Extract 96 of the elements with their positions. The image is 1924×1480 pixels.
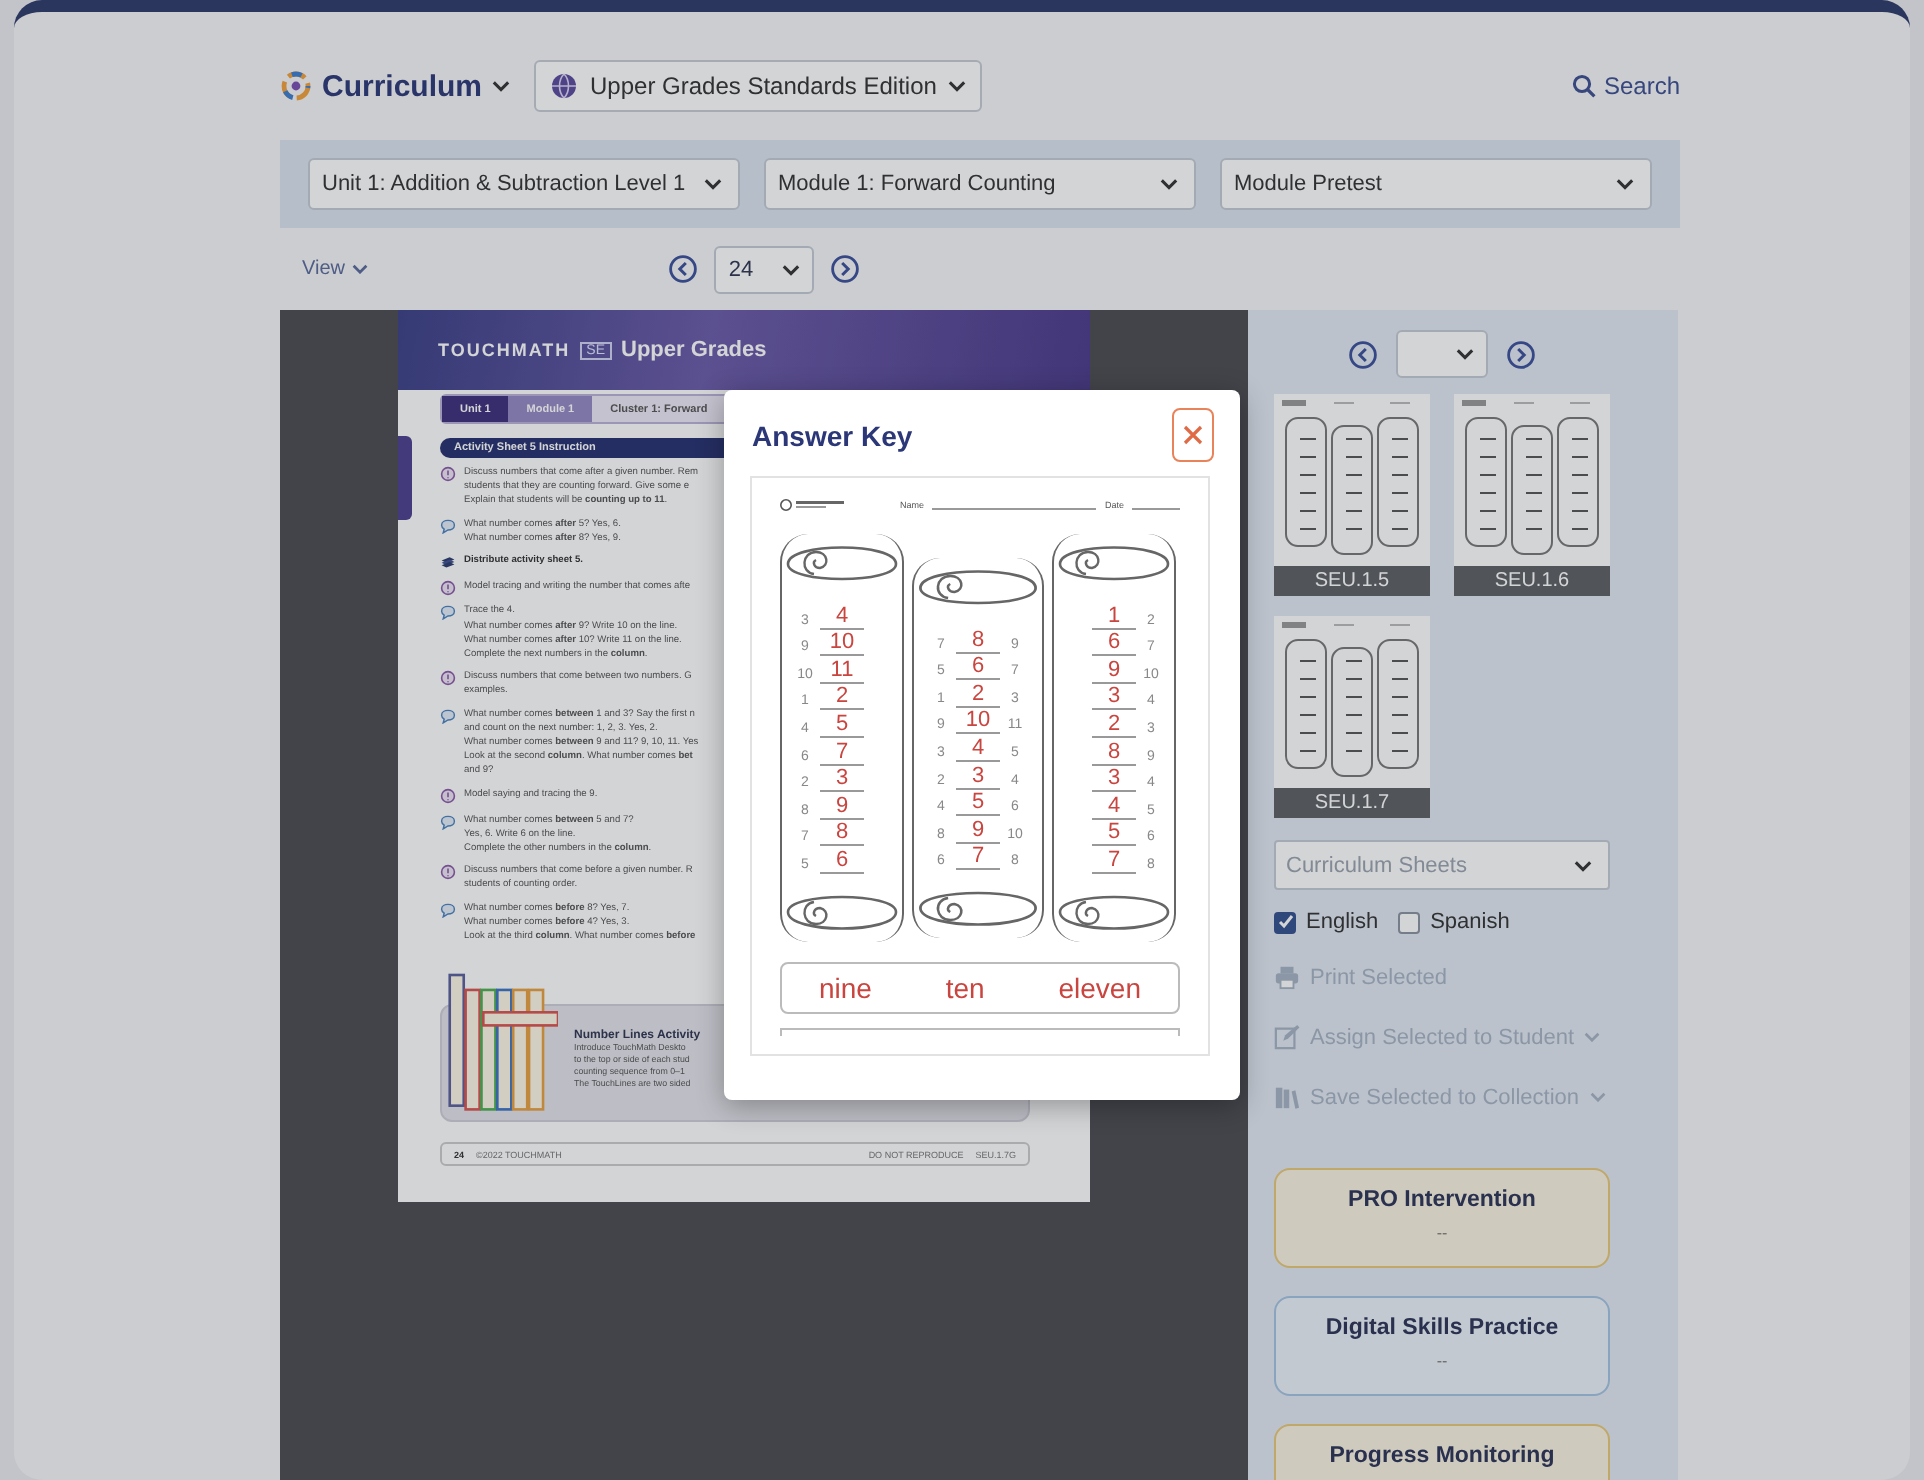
- chevron-down-icon: [948, 80, 967, 92]
- previous-icon[interactable]: [668, 254, 699, 284]
- answer-number: 3: [1092, 686, 1136, 711]
- chevron-down-icon: [492, 80, 511, 92]
- answer-number: 10: [956, 710, 1000, 735]
- program-card[interactable]: Progress Monitoring: [1274, 1424, 1610, 1480]
- card-value: --: [1436, 1352, 1448, 1370]
- answer-number: 3: [1092, 768, 1136, 793]
- chevron-down-icon: [351, 264, 367, 274]
- document-title: Upper Grades: [621, 338, 767, 362]
- speech-bubble-icon: [440, 604, 456, 621]
- books-icon: [1274, 1084, 1300, 1110]
- search-icon: [1571, 74, 1596, 98]
- filter-dropdown[interactable]: Module 1: Forward Counting: [764, 158, 1196, 210]
- next-icon[interactable]: [829, 254, 860, 284]
- page-dropdown[interactable]: 24: [714, 245, 814, 293]
- answer-number: 9: [820, 795, 864, 820]
- answer-number: 2: [820, 686, 864, 711]
- answer-number: 6: [1092, 632, 1136, 657]
- number-word: nine: [818, 971, 872, 1004]
- worksheet-thumbnail[interactable]: SEU.1.5: [1274, 394, 1430, 596]
- answer-number: 3: [820, 768, 864, 793]
- program-card[interactable]: Digital Skills Practice --: [1274, 1296, 1610, 1396]
- thumbnail-label: SEU.1.6: [1454, 566, 1610, 596]
- answer-number: 4: [956, 737, 1000, 762]
- speech-bubble-icon: [440, 708, 456, 725]
- chevron-down-icon: [1456, 348, 1474, 360]
- speech-bubble-icon: [440, 813, 456, 829]
- brand-text: TOUCHMATH: [438, 340, 571, 360]
- product-menu[interactable]: Curriculum: [322, 69, 483, 103]
- edit-icon: [1274, 1024, 1300, 1050]
- language-checkbox[interactable]: Spanish: [1398, 910, 1510, 934]
- answer-number: 8: [956, 629, 1000, 654]
- printer-icon: [1274, 964, 1300, 990]
- check-icon: [1277, 914, 1293, 930]
- info-icon: [440, 466, 456, 482]
- answer-number: 9: [956, 819, 1000, 844]
- answer-number: 8: [820, 822, 864, 847]
- speech-bubble-icon: [440, 901, 456, 918]
- checkbox[interactable]: [1398, 911, 1421, 933]
- worksheet-thumbnail[interactable]: SEU.1.6: [1454, 394, 1610, 596]
- answer-number: 4: [1092, 795, 1136, 820]
- thumbnail-label: SEU.1.7: [1274, 788, 1430, 818]
- card-value: --: [1436, 1224, 1448, 1242]
- chevron-down-icon: [1589, 1092, 1606, 1102]
- answer-number: 1: [1092, 605, 1136, 630]
- edition-dropdown[interactable]: Upper Grades Standards Edition: [534, 60, 983, 112]
- answer-number: 4: [820, 605, 864, 630]
- info-icon: [440, 579, 456, 596]
- logo-icon: [280, 70, 312, 102]
- chevron-down-icon: [1160, 178, 1178, 190]
- search-link[interactable]: Search: [1571, 72, 1680, 100]
- answer-number: 7: [956, 846, 1000, 871]
- program-card[interactable]: PRO Intervention --: [1274, 1168, 1610, 1268]
- papers-icon: [440, 554, 456, 571]
- close-button[interactable]: [1172, 408, 1214, 462]
- filter-dropdown[interactable]: Unit 1: Addition & Subtraction Level 1: [308, 158, 740, 210]
- answer-number: 8: [1092, 741, 1136, 766]
- info-icon: [440, 788, 456, 804]
- chevron-down-icon: [1616, 178, 1634, 190]
- answer-number: 2: [956, 683, 1000, 708]
- answer-number: 5: [1092, 822, 1136, 847]
- chevron-down-icon: [1574, 859, 1592, 871]
- card-title: PRO Intervention: [1348, 1188, 1536, 1212]
- card-title: Digital Skills Practice: [1325, 1316, 1559, 1340]
- answer-number: 5: [956, 792, 1000, 817]
- answer-number: 6: [820, 849, 864, 874]
- answer-number: 6: [956, 656, 1000, 681]
- answer-number: 7: [820, 741, 864, 766]
- thumbnail-label: SEU.1.5: [1274, 566, 1430, 596]
- info-icon: [440, 670, 456, 687]
- card-title: Progress Monitoring: [1329, 1444, 1555, 1468]
- answer-number: 11: [820, 659, 864, 684]
- language-checkbox[interactable]: English: [1274, 910, 1379, 934]
- worksheet-logo-drawing: [780, 497, 848, 511]
- previous-icon[interactable]: [1348, 339, 1378, 369]
- next-icon[interactable]: [1506, 339, 1536, 369]
- number-word: ten: [945, 971, 985, 1004]
- answer-number: 5: [820, 713, 864, 738]
- number-word: eleven: [1058, 971, 1141, 1004]
- answer-number: 7: [1092, 849, 1136, 874]
- worksheet-thumbnail[interactable]: SEU.1.7: [1274, 616, 1430, 818]
- speech-bubble-icon: [440, 517, 456, 534]
- checkbox[interactable]: [1274, 911, 1296, 933]
- answer-number: 9: [1092, 659, 1136, 684]
- answer-number: 3: [956, 765, 1000, 790]
- globe-icon: [550, 72, 579, 100]
- chevron-down-icon: [1584, 1032, 1601, 1042]
- view-menu[interactable]: View: [302, 258, 367, 280]
- filter-dropdown[interactable]: Module Pretest: [1220, 158, 1652, 210]
- answer-number: 2: [1092, 713, 1136, 738]
- answer-number: 10: [820, 632, 864, 657]
- chevron-down-icon: [704, 178, 722, 190]
- chevron-down-icon: [781, 263, 800, 275]
- info-icon: [440, 864, 456, 881]
- close-icon: [1182, 424, 1204, 446]
